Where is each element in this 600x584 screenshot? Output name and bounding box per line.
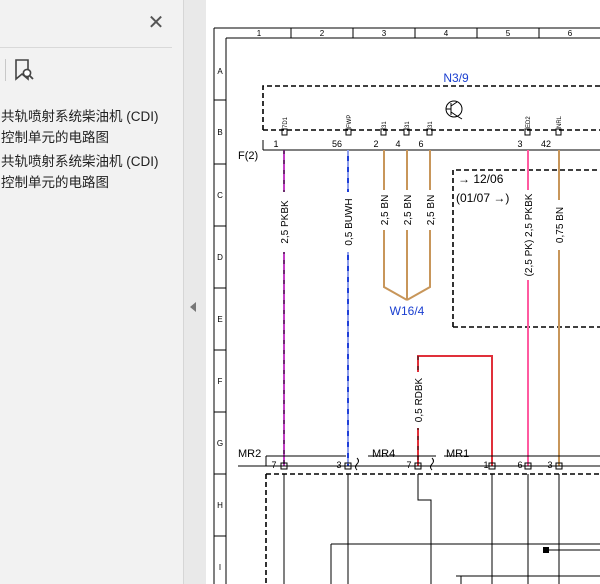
mr-pin: 1 bbox=[483, 460, 488, 470]
wire-label: 0,75 BN bbox=[555, 207, 566, 243]
version-label: (01/07 →) bbox=[456, 191, 509, 205]
row-letter: D bbox=[217, 253, 223, 262]
transistor-icon bbox=[445, 100, 463, 120]
row-letter: I bbox=[219, 563, 221, 572]
wire-label: (2,5 PK) 2,5 PKBK bbox=[524, 193, 535, 276]
mr-pin: 7 bbox=[271, 460, 276, 470]
bookmark-item[interactable]: 共轨喷射系统柴油机 (CDI) 控制单元的电路图 bbox=[1, 151, 181, 193]
pin-code: ED2 bbox=[526, 116, 532, 128]
column-number: 2 bbox=[320, 29, 325, 38]
connector-mr-label: MR1 bbox=[446, 448, 469, 460]
document-view[interactable]: 1 2 3 4 5 6 A B C D E F G H I N3/9 F(2) … bbox=[206, 0, 600, 584]
bookmark-title-line: 共轨喷射系统柴油机 (CDI) bbox=[1, 154, 159, 169]
column-number: 5 bbox=[506, 29, 511, 38]
wire-label: 2,5 PKBK bbox=[280, 200, 291, 244]
column-number: 1 bbox=[257, 29, 262, 38]
row-letter: A bbox=[217, 67, 223, 76]
panel-divider bbox=[0, 47, 172, 48]
pin-code: FWP bbox=[347, 115, 353, 128]
mr-pin: 6 bbox=[517, 460, 522, 470]
connector-label: F(2) bbox=[238, 150, 258, 162]
component-label: N3/9 bbox=[443, 71, 469, 85]
pin-code: 31 bbox=[405, 121, 411, 128]
wire-label: 0,5 BUWH bbox=[344, 198, 355, 245]
connector-pin: 2 bbox=[373, 139, 378, 149]
row-letter: F bbox=[218, 377, 223, 386]
connector-pin: 42 bbox=[541, 139, 551, 149]
wire-label: 0,5 RDBK bbox=[414, 377, 425, 422]
mr-pin: 3 bbox=[547, 460, 552, 470]
connector-mr-label: MR2 bbox=[238, 448, 261, 460]
bookmark-title-line: 控制单元的电路图 bbox=[1, 130, 109, 145]
row-letter: H bbox=[217, 501, 223, 510]
row-letter: G bbox=[217, 439, 223, 448]
wire-label: 2,5 BN bbox=[403, 195, 414, 226]
bookmarks-panel: ✕ 共轨喷射系统柴油机 (CDI) 控制单元的电路图 共轨喷射系统柴油机 (CD… bbox=[0, 0, 184, 584]
mr-pin: 3 bbox=[336, 460, 341, 470]
connector-pin: 1 bbox=[273, 139, 278, 149]
pin-code: 31 bbox=[382, 121, 388, 128]
column-number: 4 bbox=[444, 29, 449, 38]
ground-label: W16/4 bbox=[390, 304, 425, 318]
row-letter: B bbox=[217, 128, 222, 137]
connector-mr-label: MR4 bbox=[372, 448, 395, 460]
wire-label: 2,5 BN bbox=[380, 195, 391, 226]
connector-pin: 56 bbox=[332, 139, 342, 149]
connector-pin: 3 bbox=[517, 139, 522, 149]
panel-splitter[interactable] bbox=[184, 0, 207, 584]
column-number: 6 bbox=[568, 29, 573, 38]
version-label: → 12/06 bbox=[458, 172, 504, 186]
connector-pin: 4 bbox=[395, 139, 400, 149]
bookmark-item[interactable]: 共轨喷射系统柴油机 (CDI) 控制单元的电路图 bbox=[1, 106, 181, 148]
pin-code: NRL bbox=[557, 115, 563, 128]
wire-label: 2,5 BN bbox=[426, 195, 437, 226]
bookmark-search-icon[interactable] bbox=[12, 58, 36, 82]
pin-code: 31 bbox=[428, 121, 434, 128]
bookmark-title-line: 共轨喷射系统柴油机 (CDI) bbox=[1, 109, 159, 124]
row-letter: E bbox=[217, 315, 222, 324]
wiring-diagram: 1 2 3 4 5 6 A B C D E F G H I N3/9 F(2) … bbox=[213, 27, 600, 584]
bookmark-title-line: 控制单元的电路图 bbox=[1, 175, 109, 190]
mr-pin: 7 bbox=[406, 460, 411, 470]
column-number: 3 bbox=[382, 29, 387, 38]
collapse-arrow-icon[interactable] bbox=[190, 302, 196, 312]
row-letter: C bbox=[217, 191, 223, 200]
connector-pin: 6 bbox=[418, 139, 423, 149]
toolbar-separator bbox=[5, 59, 6, 81]
lower-wires bbox=[283, 474, 600, 584]
close-panel-button[interactable]: ✕ bbox=[147, 13, 165, 33]
pin-code: 7D1 bbox=[283, 116, 289, 128]
